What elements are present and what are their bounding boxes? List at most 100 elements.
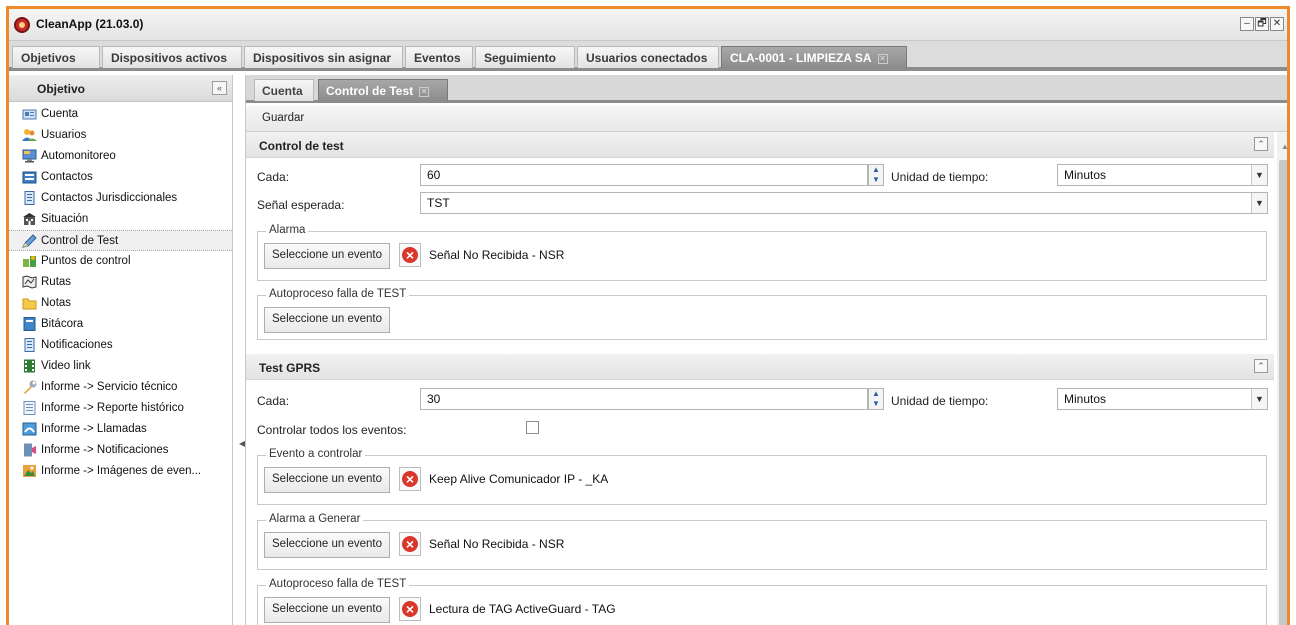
sidebar-item-situacion[interactable]: Situación bbox=[9, 209, 232, 230]
sidebar-item-label: Informe -> Servicio técnico bbox=[41, 381, 178, 393]
sidebar-item-notificaciones[interactable]: Notificaciones bbox=[9, 335, 232, 356]
tab-dispositivos-activos[interactable]: Dispositivos activos bbox=[102, 46, 242, 68]
tab-usuarios-conectados[interactable]: Usuarios conectados bbox=[577, 46, 719, 68]
autoprocess-fieldset: Autoproceso falla de TEST Seleccione un … bbox=[257, 288, 1267, 340]
sidebar-item-rutas[interactable]: Rutas bbox=[9, 272, 232, 293]
save-button[interactable]: Guardar bbox=[262, 112, 304, 124]
fieldset-legend: Evento a controlar bbox=[266, 448, 366, 460]
film-icon bbox=[24, 359, 35, 373]
selected-event-text: Señal No Recibida - NSR bbox=[429, 537, 565, 551]
sidebar-item-bitacora[interactable]: Bitácora bbox=[9, 314, 232, 335]
tab-label: Usuarios conectados bbox=[586, 51, 708, 65]
time-unit-value: Minutos bbox=[1064, 168, 1107, 182]
main-panel: Cuenta Control de Test ✕ Guardar Control … bbox=[245, 75, 1287, 625]
objective-tab-strip: Cuenta Control de Test ✕ bbox=[246, 75, 1287, 103]
select-event-button[interactable]: Seleccione un evento bbox=[264, 243, 390, 269]
users-icon bbox=[22, 129, 37, 141]
remove-event-icon[interactable] bbox=[399, 597, 421, 621]
increment-icon[interactable]: ▲ bbox=[869, 389, 883, 399]
app-logo-icon bbox=[14, 17, 30, 33]
sidebar-item-contactos[interactable]: Contactos bbox=[9, 167, 232, 188]
control-all-events-checkbox[interactable] bbox=[526, 421, 539, 434]
close-tab-icon[interactable]: ✕ bbox=[419, 87, 430, 97]
chevron-down-icon[interactable]: ▼ bbox=[1251, 389, 1267, 409]
tab-dispositivos-sin-asignar[interactable]: Dispositivos sin asignar bbox=[244, 46, 403, 68]
collapse-section-icon[interactable]: ⌃ bbox=[1254, 359, 1268, 373]
document-icon bbox=[24, 191, 35, 205]
remove-event-icon[interactable] bbox=[399, 532, 421, 556]
sidebar-item-imagenes-de-eventos[interactable]: Informe -> Imágenes de even... bbox=[9, 461, 232, 482]
gprs-autoprocess-fieldset: Autoproceso falla de TEST Seleccione un … bbox=[257, 578, 1267, 625]
tab-eventos[interactable]: Eventos bbox=[405, 46, 473, 68]
checkpoint-icon bbox=[23, 256, 36, 267]
sidebar-item-notas[interactable]: Notas bbox=[9, 293, 232, 314]
remove-event-icon[interactable] bbox=[399, 243, 421, 267]
tab-seguimiento[interactable]: Seguimiento bbox=[475, 46, 575, 68]
section-title: Test GPRS bbox=[259, 361, 321, 375]
minimize-button[interactable]: – bbox=[1240, 17, 1254, 31]
time-unit-label: Unidad de tiempo: bbox=[891, 170, 989, 184]
scroll-up-icon[interactable]: ▲ bbox=[1281, 142, 1287, 151]
sidebar-item-reporte-historico[interactable]: Informe -> Reporte histórico bbox=[9, 398, 232, 419]
sidebar-item-label: Informe -> Llamadas bbox=[41, 423, 147, 435]
sidebar-item-label: Informe -> Reporte histórico bbox=[41, 402, 184, 414]
collapse-section-icon[interactable]: ⌃ bbox=[1254, 137, 1268, 151]
sidebar-item-contactos-jurisdiccionales[interactable]: Contactos Jurisdiccionales bbox=[9, 188, 232, 209]
sidebar-item-cuenta[interactable]: Cuenta bbox=[9, 104, 232, 125]
alarm-fieldset: Alarma Seleccione un evento Señal No Rec… bbox=[257, 224, 1267, 281]
time-unit-value: Minutos bbox=[1064, 392, 1107, 406]
tab-label: Seguimiento bbox=[484, 51, 557, 65]
title-bar: CleanApp (21.03.0) – 🗗 ✕ bbox=[9, 9, 1287, 41]
phone-report-icon bbox=[22, 422, 37, 436]
control-test-section-header: Control de test ⌃ bbox=[246, 132, 1274, 158]
close-button[interactable]: ✕ bbox=[1270, 17, 1284, 31]
sidebar-item-llamadas[interactable]: Informe -> Llamadas bbox=[9, 419, 232, 440]
form-content: Control de test ⌃ Cada: 60 ▲ ▼ Unidad de … bbox=[246, 132, 1274, 625]
sidebar-item-automonitoreo[interactable]: Automonitoreo bbox=[9, 146, 232, 167]
sidebar-item-usuarios[interactable]: Usuarios bbox=[9, 125, 232, 146]
sidebar-item-servicio-tecnico[interactable]: Informe -> Servicio técnico bbox=[9, 377, 232, 398]
sidebar-title: Objetivo bbox=[37, 82, 86, 96]
tab-label: Dispositivos sin asignar bbox=[253, 51, 392, 65]
decrement-icon[interactable]: ▼ bbox=[869, 175, 883, 185]
every-interval-input[interactable]: 30 bbox=[420, 388, 868, 410]
sidebar-item-label: Puntos de control bbox=[41, 255, 131, 267]
time-unit-select[interactable]: Minutos ▼ bbox=[1057, 388, 1268, 410]
expected-signal-select[interactable]: TST ▼ bbox=[420, 192, 1268, 214]
tab-objetivos[interactable]: Objetivos bbox=[12, 46, 100, 68]
collapse-sidebar-button[interactable]: « bbox=[212, 81, 227, 95]
select-event-button[interactable]: Seleccione un evento bbox=[264, 532, 390, 558]
sidebar-item-label: Video link bbox=[41, 360, 91, 372]
building-icon bbox=[23, 213, 36, 225]
every-label: Cada: bbox=[257, 170, 290, 184]
interval-stepper[interactable]: ▲ ▼ bbox=[868, 164, 884, 186]
form-toolbar: Guardar bbox=[246, 106, 1287, 132]
select-event-button[interactable]: Seleccione un evento bbox=[264, 597, 390, 623]
increment-icon[interactable]: ▲ bbox=[869, 165, 883, 175]
sidebar-item-label: Bitácora bbox=[41, 318, 84, 330]
tab-label: Control de Test bbox=[326, 84, 414, 98]
tab-cla-0001[interactable]: CLA-0001 - LIMPIEZA SA ✕ bbox=[721, 46, 907, 68]
time-unit-select[interactable]: Minutos ▼ bbox=[1057, 164, 1268, 186]
sidebar-item-control-de-test[interactable]: Control de Test bbox=[9, 230, 232, 251]
interval-stepper[interactable]: ▲ ▼ bbox=[868, 388, 884, 410]
chevron-down-icon[interactable]: ▼ bbox=[1251, 165, 1267, 185]
remove-event-icon[interactable] bbox=[399, 467, 421, 491]
decrement-icon[interactable]: ▼ bbox=[869, 399, 883, 409]
select-event-button[interactable]: Seleccione un evento bbox=[264, 467, 390, 493]
sidebar-item-label: Notas bbox=[41, 297, 72, 309]
sidebar-item-informe-notificaciones[interactable]: Informe -> Notificaciones bbox=[9, 440, 232, 461]
tab-control-de-test[interactable]: Control de Test ✕ bbox=[318, 79, 448, 101]
tab-cuenta[interactable]: Cuenta bbox=[254, 79, 314, 101]
every-interval-input[interactable]: 60 bbox=[420, 164, 868, 186]
select-event-button[interactable]: Seleccione un evento bbox=[264, 307, 390, 333]
chevron-down-icon[interactable]: ▼ bbox=[1251, 193, 1267, 213]
restore-button[interactable]: 🗗 bbox=[1255, 17, 1269, 31]
sidebar-item-label: Notificaciones bbox=[41, 339, 113, 351]
sidebar-item-video-link[interactable]: Video link bbox=[9, 356, 232, 377]
vertical-scrollbar[interactable]: ▲ bbox=[1277, 132, 1287, 625]
main-tab-strip: Objetivos Dispositivos activos Dispositi… bbox=[9, 41, 1287, 71]
close-tab-icon[interactable]: ✕ bbox=[877, 54, 888, 64]
sidebar-item-puntos-de-control[interactable]: Puntos de control bbox=[9, 251, 232, 272]
scroll-thumb[interactable] bbox=[1279, 160, 1287, 625]
